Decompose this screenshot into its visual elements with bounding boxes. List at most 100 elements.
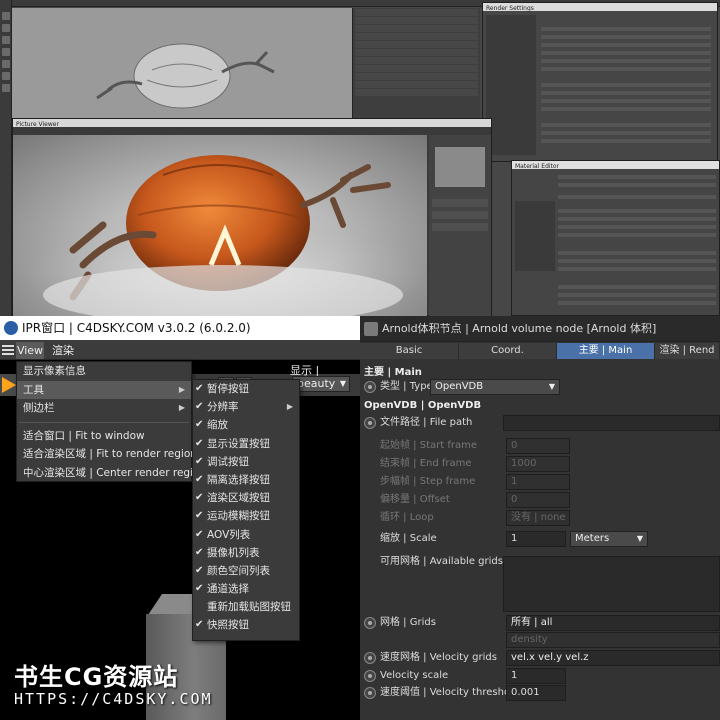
keyframe-radio-icon[interactable] [364, 381, 376, 393]
step-frame-label: 步幅帧 | Step frame [380, 476, 476, 487]
attribute-tabs: Basic Coord. 主要 | Main 渲染 | Rend [360, 343, 720, 359]
tab-basic[interactable]: Basic [360, 343, 459, 359]
tool-icon[interactable] [2, 72, 10, 80]
section-openvdb-heading: OpenVDB | OpenVDB [364, 400, 482, 411]
keyframe-radio-icon[interactable] [364, 687, 376, 699]
tools-item-label: 运动模糊按钮 [207, 510, 270, 523]
tool-icon[interactable] [2, 84, 10, 92]
check-icon: ✔ [195, 583, 204, 595]
keyframe-radio-icon[interactable] [364, 670, 376, 682]
3d-viewport[interactable] [12, 8, 352, 120]
tools-item-label: AOV列表 [207, 528, 251, 541]
available-grids-list[interactable] [503, 556, 720, 612]
tools-item-label: 缩放 [207, 419, 228, 432]
tools-item-debug[interactable]: ✔ 调试按钮 [193, 453, 299, 471]
c4d-left-toolbar [0, 0, 12, 316]
available-grids-label: 可用网格 | Available grids [380, 556, 503, 567]
tools-item-camera-list[interactable]: ✔ 摄像机列表 [193, 544, 299, 562]
keyframe-radio-icon[interactable] [364, 617, 376, 629]
velocity-scale-input[interactable]: 1 [506, 668, 566, 684]
tools-item-color-space-list[interactable]: ✔ 颜色空间列表 [193, 562, 299, 580]
file-path-label: 文件路径 | File path [380, 417, 473, 428]
tools-item-display-settings[interactable]: ✔ 显示设置按钮 [193, 435, 299, 453]
view-menu-item-fit-window[interactable]: 适合窗口 | Fit to window [17, 427, 191, 446]
tool-icon[interactable] [2, 24, 10, 32]
grids-label: 网格 | Grids [380, 617, 436, 628]
tools-item-reload-textures[interactable]: 重新加载贴图按钮 [193, 598, 299, 616]
check-icon: ✔ [195, 510, 204, 522]
chevron-right-icon: ▶ [178, 403, 185, 412]
view-menu-item-tools[interactable]: 工具 ▶ [17, 380, 191, 399]
loop-input[interactable]: 没有 | none [506, 510, 570, 526]
check-icon: ✔ [195, 473, 204, 485]
hamburger-menu-icon[interactable] [2, 343, 14, 357]
scale-input[interactable]: 1 [506, 531, 566, 547]
volume-node-icon [364, 322, 378, 336]
aov-dropdown-value: beauty [297, 377, 336, 390]
view-menu-item-center-render-region[interactable]: 中心渲染区域 | Center render region [17, 464, 206, 483]
offset-property: 偏移量 | Offset 0 [360, 491, 720, 509]
picture-viewer-sidebar [429, 135, 491, 316]
check-icon: ✔ [195, 419, 204, 431]
tools-item-render-region[interactable]: ✔ 渲染区域按钮 [193, 489, 299, 507]
tab-render[interactable]: 渲染 | Rend [655, 343, 720, 359]
tools-item-aov-list[interactable]: ✔ AOV列表 [193, 526, 299, 544]
file-path-input[interactable] [503, 415, 720, 431]
type-label: 类型 | Type [380, 381, 433, 392]
check-icon: ✔ [195, 437, 204, 449]
step-frame-input[interactable]: 1 [506, 474, 570, 490]
aov-dropdown[interactable]: beauty ▼ [292, 376, 350, 392]
offset-input[interactable]: 0 [506, 492, 570, 508]
keyframe-radio-icon[interactable] [364, 417, 376, 429]
check-icon: ✔ [195, 401, 204, 413]
section-main-heading: 主要 | Main [364, 367, 422, 378]
tool-icon[interactable] [2, 12, 10, 20]
type-dropdown[interactable]: OpenVDB ▼ [430, 379, 560, 395]
attribute-titlebar: Arnold体积节点 | Arnold volume node [Arnold … [360, 316, 720, 342]
chevron-down-icon: ▼ [339, 379, 346, 388]
view-menu-item-fit-render-region[interactable]: 适合渲染区域 | Fit to render region [17, 445, 197, 464]
tools-item-motion-blur[interactable]: ✔ 运动模糊按钮 [193, 507, 299, 525]
end-frame-input[interactable]: 1000 [506, 456, 570, 472]
velocity-threshold-label: 速度阈值 | Velocity threshold [380, 687, 520, 698]
velocity-grids-input[interactable]: vel.x vel.y vel.z [506, 650, 720, 666]
tools-item-snapshot[interactable]: ✔ 快照按钮 [193, 616, 299, 634]
view-menu-item-show-pixel-info[interactable]: 显示像素信息 [17, 362, 191, 381]
grids-input[interactable]: 所有 | all [506, 615, 720, 631]
tools-item-zoom[interactable]: ✔ 缩放 [193, 416, 299, 434]
pumpkin-wireframe [96, 43, 275, 109]
menu-view[interactable]: View [16, 342, 44, 359]
tools-item-label: 通道选择 [207, 583, 249, 596]
view-menu-item-label: 侧边栏 [23, 402, 55, 414]
menu-render[interactable]: 渲染 [52, 342, 74, 359]
view-menu-item-label: 适合窗口 | Fit to window [23, 429, 145, 442]
tools-item-resolution[interactable]: ✔ 分辨率 ▶ [193, 398, 299, 416]
tools-item-pause-button[interactable]: ✔ 暂停按钮 [193, 380, 299, 398]
start-frame-property: 起始帧 | Start frame 0 [360, 437, 720, 455]
check-icon: ✔ [195, 564, 204, 576]
velocity-scale-label: Velocity scale [380, 670, 449, 681]
scale-unit-dropdown[interactable]: Meters ▼ [570, 531, 648, 547]
keyframe-radio-icon[interactable] [364, 652, 376, 664]
tool-icon[interactable] [2, 60, 10, 68]
tools-item-isolate-selection[interactable]: ✔ 隔离选择按钮 [193, 471, 299, 489]
tools-item-label: 显示设置按钮 [207, 437, 270, 450]
velocity-threshold-input[interactable]: 0.001 [506, 685, 566, 701]
view-menu-item-sidebar[interactable]: 侧边栏 ▶ [17, 399, 191, 418]
check-icon: ✔ [195, 383, 204, 394]
tool-icon[interactable] [2, 48, 10, 56]
attribute-title: Arnold体积节点 | Arnold volume node [Arnold … [382, 322, 657, 335]
start-frame-input[interactable]: 0 [506, 438, 570, 454]
check-icon: ✔ [195, 528, 204, 540]
view-menu-item-label: 显示像素信息 [23, 365, 86, 377]
c4d-composite-screenshot: Render Settings Picture Viewer Material … [0, 0, 720, 316]
check-icon: ✔ [195, 619, 204, 631]
tools-item-channel-select[interactable]: ✔ 通道选择 [193, 580, 299, 598]
tab-main[interactable]: 主要 | Main [557, 343, 655, 359]
tab-coord[interactable]: Coord. [459, 343, 557, 359]
material-editor-window: Material Editor [511, 160, 720, 316]
tool-icon[interactable] [2, 36, 10, 44]
view-menu-item-label: 适合渲染区域 | Fit to render region [23, 448, 197, 460]
ipr-window-title: IPR窗口 | C4DSKY.COM v3.0.2 (6.0.2.0) [22, 321, 251, 335]
chevron-down-icon: ▼ [548, 382, 555, 391]
